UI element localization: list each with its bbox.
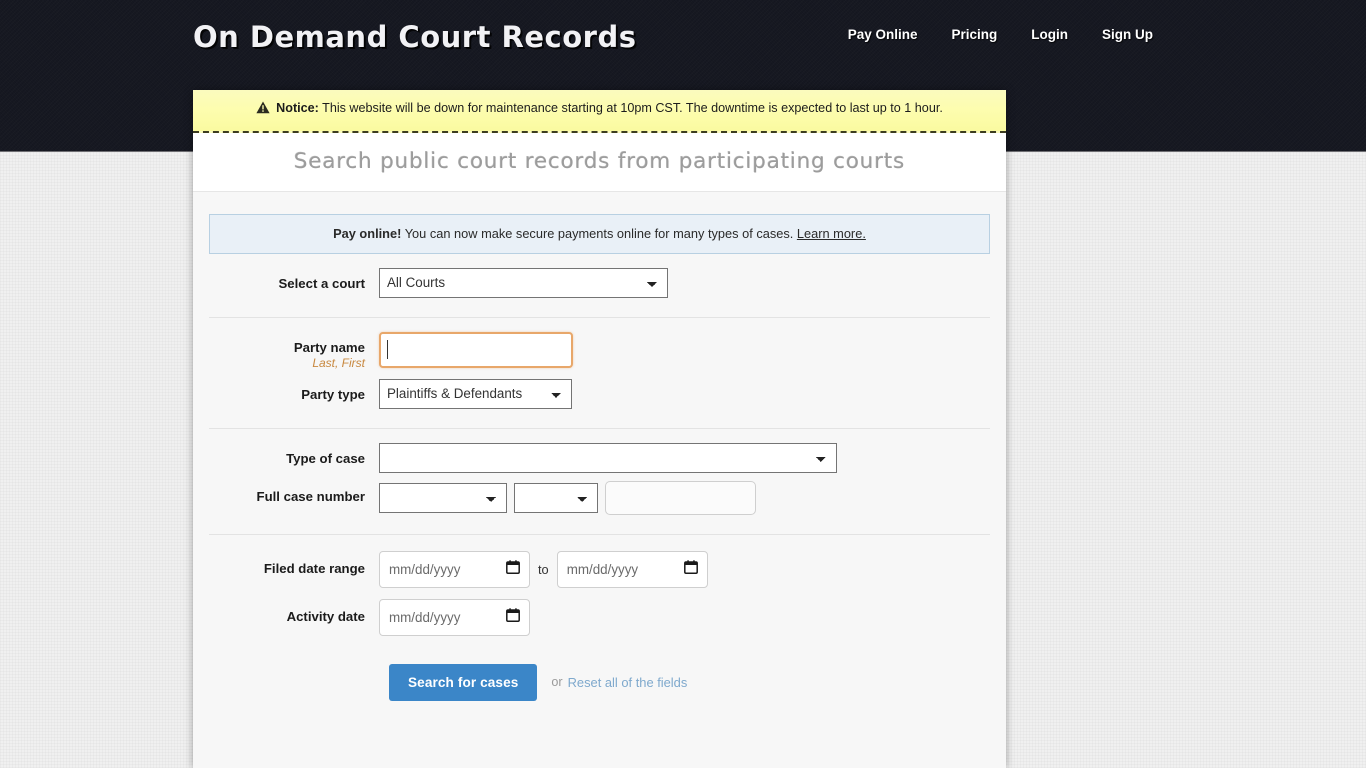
pay-online-text: You can now make secure payments online … [401, 225, 797, 241]
or-label: or [551, 675, 563, 690]
label-party-name-text: Party name [293, 339, 365, 355]
activity-date-input[interactable]: mm/dd/yyyy [379, 598, 530, 636]
label-party-name-hint: Last, First [312, 356, 365, 371]
nav-login[interactable]: Login [1014, 27, 1085, 42]
section-divider-1 [209, 316, 990, 318]
row-party-name: Party name Last, First [193, 331, 1006, 371]
brand-logo[interactable]: On Demand Court Records [193, 20, 636, 54]
label-case-type: Type of case [286, 450, 365, 466]
fields-activity-date: mm/dd/yyyy [379, 598, 530, 636]
section-divider-2 [209, 427, 990, 429]
nav-pricing[interactable]: Pricing [934, 27, 1014, 42]
notice-label: Notice: [276, 101, 319, 115]
party-type-select[interactable]: Plaintiffs & Defendants [379, 378, 572, 409]
filed-date-to-placeholder: mm/dd/yyyy [566, 561, 639, 577]
fields-party-type: Plaintiffs & Defendants [379, 378, 572, 409]
fields-case-number [379, 480, 756, 515]
fields-party-name [379, 331, 573, 368]
search-for-cases-button[interactable]: Search for cases [389, 663, 538, 701]
label-party-name: Party name Last, First [193, 332, 379, 371]
fields-filed-date-range: mm/dd/yyyy to mm/dd/yyyy [379, 550, 708, 588]
nav-sign-up[interactable]: Sign Up [1085, 27, 1170, 42]
filed-date-from-input[interactable]: mm/dd/yyyy [379, 550, 530, 588]
label-activity-date: Activity date [286, 608, 365, 624]
row-activity-date: Activity date mm/dd/yyyy [193, 598, 1006, 636]
pay-online-headline: Pay online! [333, 225, 402, 241]
submit-row: Search for cases or Reset all of the fie… [193, 663, 1006, 701]
filed-date-from-placeholder: mm/dd/yyyy [389, 561, 461, 577]
party-name-wrap [379, 331, 573, 368]
warning-triangle-icon [256, 101, 270, 119]
case-number-prefix-select[interactable] [379, 482, 507, 513]
nav-pay-online[interactable]: Pay Online [831, 27, 935, 42]
reset-fields-link[interactable]: Reset all of the fields [568, 675, 688, 690]
calendar-icon[interactable] [683, 559, 698, 579]
case-type-select[interactable] [379, 442, 837, 473]
text-caret [387, 339, 388, 359]
filed-date-to-input[interactable]: mm/dd/yyyy [556, 550, 708, 588]
section-divider-3 [209, 533, 990, 535]
label-select-court: Select a court [278, 275, 366, 291]
label-party-type: Party type [301, 386, 365, 402]
case-number-type-select[interactable] [514, 482, 598, 513]
maintenance-notice-banner: Notice: This website will be down for ma… [193, 90, 1006, 133]
label-case-number: Full case number [256, 488, 365, 504]
pay-online-info-box: Pay online! You can now make secure paym… [209, 213, 990, 254]
party-name-input[interactable] [379, 331, 573, 368]
row-filed-date-range: Filed date range mm/dd/yyyy to mm/dd/yyy… [193, 550, 1006, 588]
content-container: Notice: This website will be down for ma… [193, 90, 1006, 768]
page-title: Search public court records from partici… [293, 148, 906, 174]
date-range-separator: to [538, 561, 549, 577]
activity-date-placeholder: mm/dd/yyyy [389, 609, 461, 625]
label-filed-date-range: Filed date range [263, 560, 365, 576]
row-case-number: Full case number [193, 480, 1006, 515]
row-select-court: Select a court All Courts [193, 267, 1006, 298]
row-case-type: Type of case [193, 442, 1006, 473]
fields-select-court: All Courts [379, 267, 668, 298]
page-heading-area: Search public court records from partici… [193, 132, 1006, 191]
court-select[interactable]: All Courts [379, 267, 668, 298]
calendar-icon[interactable] [506, 559, 520, 579]
main-nav: Pay Online Pricing Login Sign Up [831, 27, 1170, 42]
notice-text: This website will be down for maintenanc… [318, 101, 943, 115]
case-number-sequence-input[interactable] [605, 480, 756, 515]
calendar-icon[interactable] [506, 607, 520, 627]
search-form-panel: Pay online! You can now make secure paym… [193, 190, 1006, 768]
fields-case-type [379, 442, 837, 473]
learn-more-link[interactable]: Learn more. [797, 226, 866, 241]
row-party-type: Party type Plaintiffs & Defendants [193, 378, 1006, 409]
